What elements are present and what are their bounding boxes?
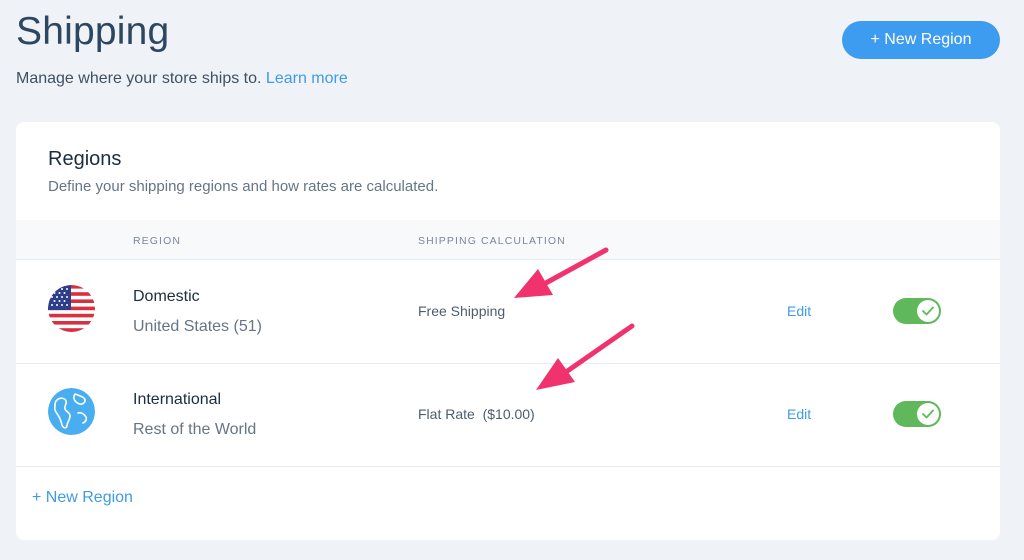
checkmark-icon (922, 409, 934, 419)
toggle-knob (917, 300, 939, 322)
shipping-calculation: Free Shipping (418, 303, 506, 319)
region-row-domestic: Domestic United States (51) Free Shippin… (16, 261, 1000, 364)
column-header-region: REGION (133, 235, 182, 247)
region-enabled-toggle[interactable] (893, 401, 941, 427)
regions-card-title: Regions (48, 148, 122, 170)
toggle-knob (917, 403, 939, 425)
region-name: Domestic (133, 288, 200, 305)
checkmark-icon (922, 306, 934, 316)
regions-card-subtitle: Define your shipping regions and how rat… (48, 178, 439, 195)
page-subtitle-text: Manage where your store ships to. (16, 70, 262, 87)
region-detail: Rest of the World (133, 421, 257, 438)
edit-region-link[interactable]: Edit (787, 406, 811, 422)
page-subtitle: Manage where your store ships to. Learn … (16, 70, 348, 88)
shipping-calculation: Flat Rate ($10.00) (418, 406, 535, 422)
regions-card: Regions Define your shipping regions and… (16, 122, 1000, 540)
regions-table-header: REGION SHIPPING CALCULATION (16, 220, 1000, 260)
region-name: International (133, 391, 222, 408)
region-row-international: International Rest of the World Flat Rat… (16, 364, 1000, 467)
add-new-region-link[interactable]: + New Region (32, 489, 133, 507)
new-region-button[interactable]: + New Region (842, 21, 1000, 59)
us-flag-icon (48, 285, 95, 332)
page-title: Shipping (16, 10, 170, 53)
edit-region-link[interactable]: Edit (787, 303, 811, 319)
region-detail: United States (51) (133, 318, 262, 335)
region-enabled-toggle[interactable] (893, 298, 941, 324)
learn-more-link[interactable]: Learn more (266, 70, 348, 87)
globe-icon (48, 388, 95, 435)
column-header-shipping-calculation: SHIPPING CALCULATION (418, 235, 566, 247)
